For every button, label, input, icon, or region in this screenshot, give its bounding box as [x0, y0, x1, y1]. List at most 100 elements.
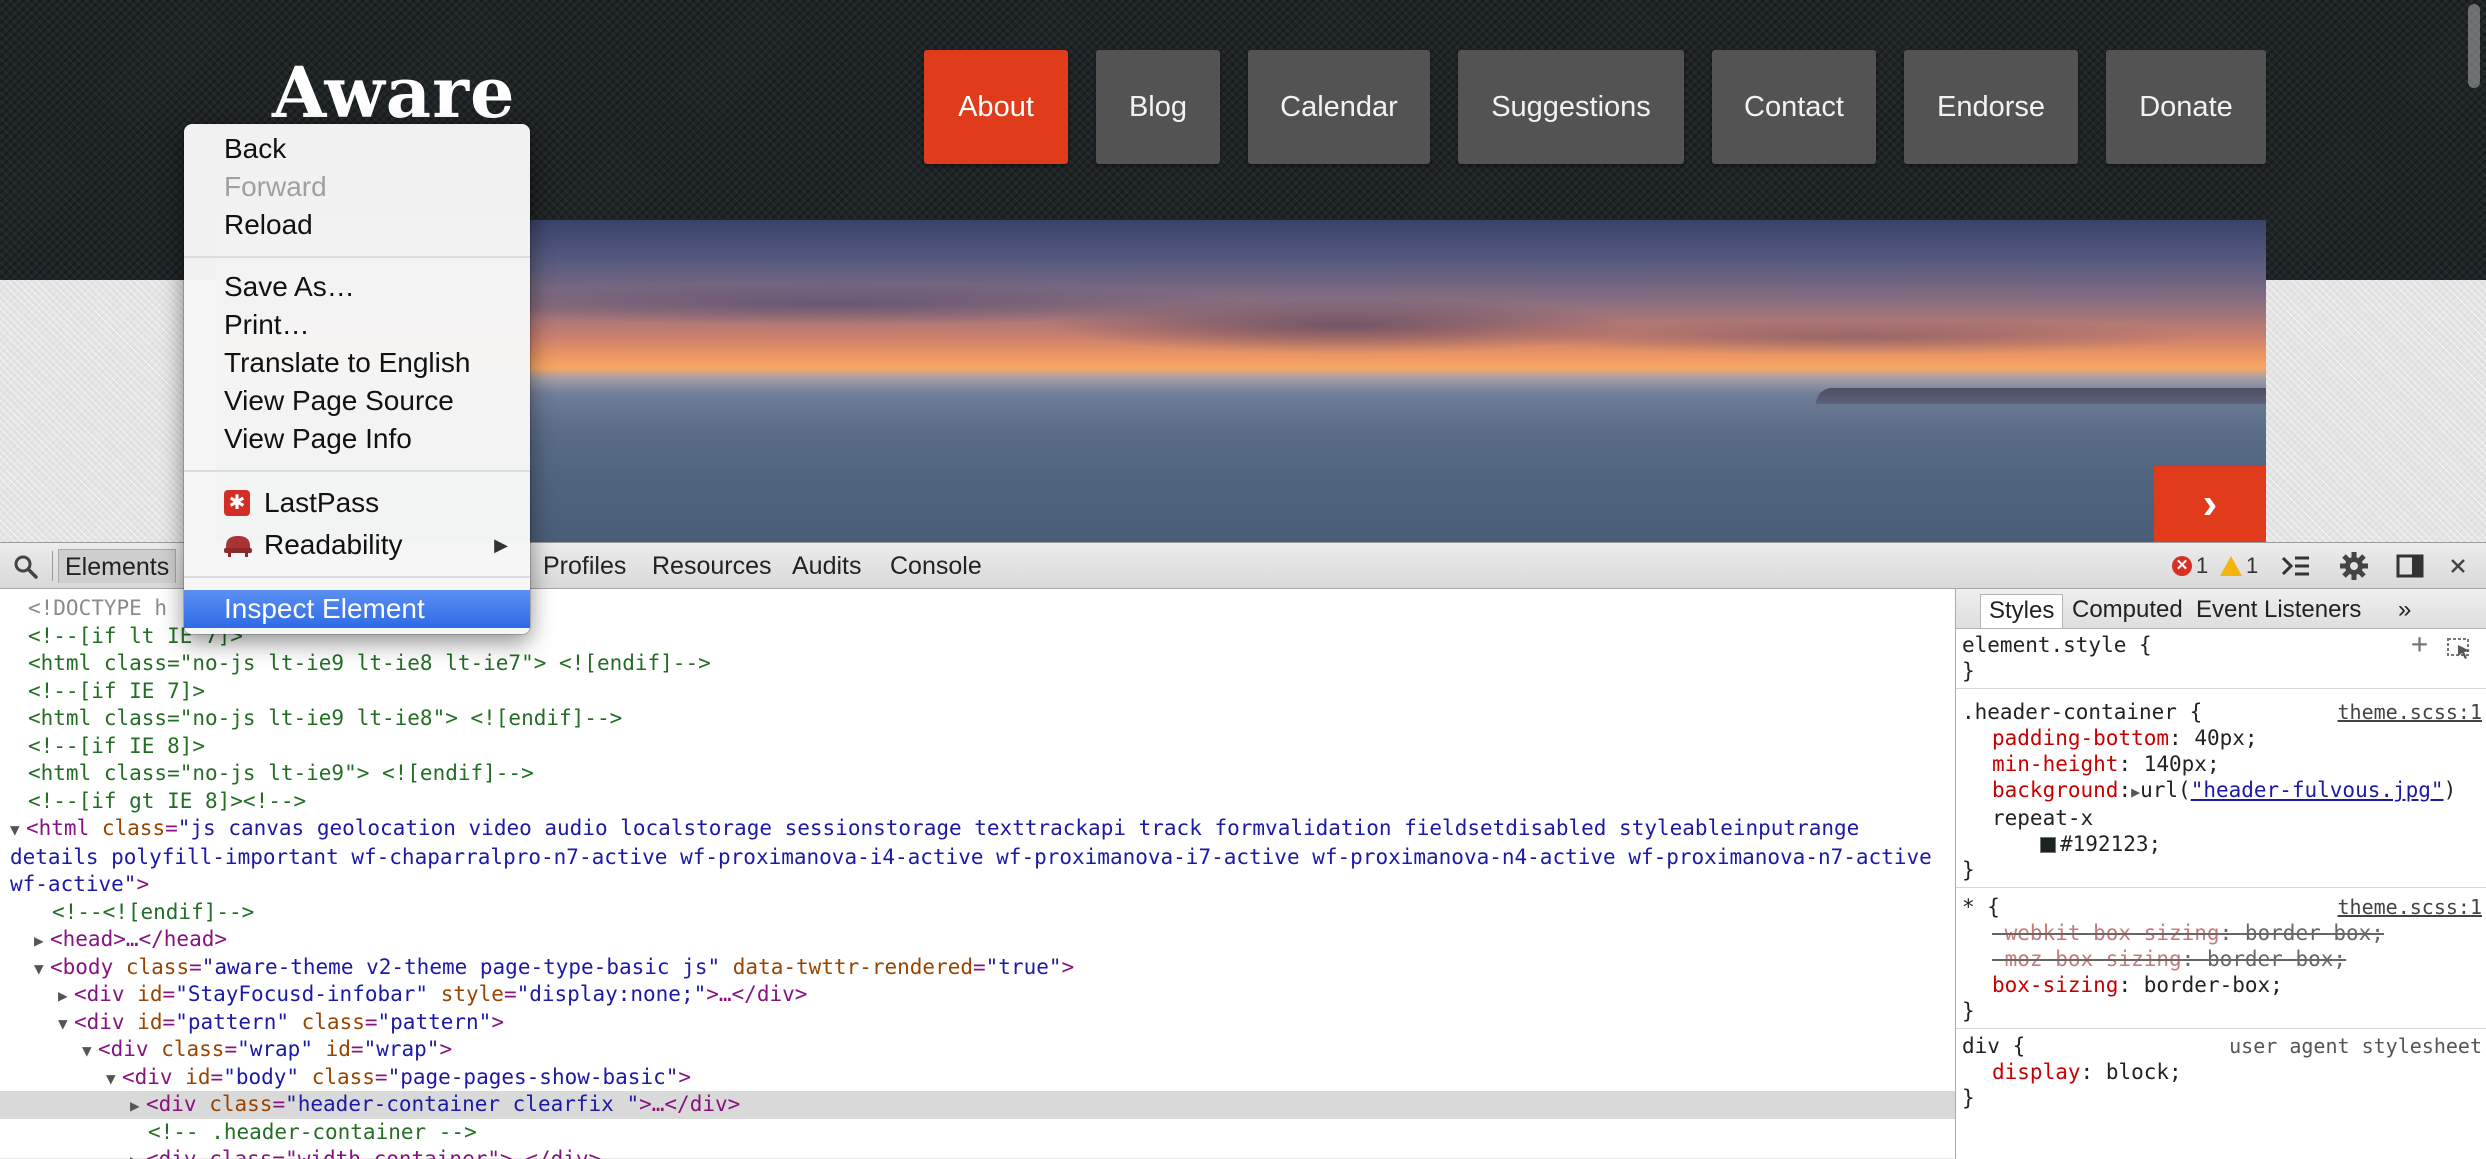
dom-node[interactable]: <!--[if IE 8]>	[0, 733, 1955, 761]
menu-separator	[184, 470, 530, 472]
dom-node[interactable]: ▼ <div id="pattern" class="pattern">	[0, 1009, 1955, 1037]
devtools-panel: Elements Profiles Resources Audits Conso…	[0, 542, 2486, 1159]
banner-coastline	[1816, 388, 2266, 404]
dom-node[interactable]: <html class="no-js lt-ie9"> <![endif]-->	[0, 760, 1955, 788]
selector-text: element.style {	[1962, 633, 2152, 657]
menu-item-print[interactable]: Print…	[184, 306, 530, 344]
expand-triangle-icon[interactable]: ▼	[58, 1010, 74, 1038]
element-state-icon[interactable]	[2446, 637, 2472, 659]
comment-text: <html class="no-js lt-ie9 lt-ie8"> <![en…	[28, 706, 623, 730]
nav-donate[interactable]: Donate	[2106, 50, 2266, 164]
tab-event-listeners[interactable]: Event Listeners	[2188, 594, 2369, 628]
more-tabs-icon[interactable]: »	[2390, 594, 2419, 628]
dom-node-head[interactable]: ▶ <head>…</head>	[0, 926, 1955, 954]
toolbar-divider	[52, 551, 53, 581]
tab-profiles[interactable]: Profiles	[537, 549, 632, 583]
color-swatch[interactable]	[2040, 837, 2056, 853]
menu-item-view-info[interactable]: View Page Info	[184, 420, 530, 458]
expand-triangle-icon[interactable]: ▼	[10, 816, 26, 844]
dom-node[interactable]: <!--<![endif]-->	[0, 899, 1955, 927]
comment-text: <!--<![endif]-->	[52, 899, 255, 924]
background-url-link[interactable]: "header-fulvous.jpg"	[2191, 778, 2444, 802]
tab-elements[interactable]: Elements	[58, 549, 177, 583]
page-scrollbar-thumb[interactable]	[2468, 4, 2480, 88]
menu-item-back[interactable]: Back	[184, 130, 530, 168]
page-scrollbar[interactable]	[2462, 0, 2486, 542]
nav-calendar[interactable]: Calendar	[1248, 50, 1430, 164]
add-rule-icon[interactable]: +	[2411, 630, 2428, 658]
collapsed-triangle-icon[interactable]: ▶	[58, 982, 74, 1010]
error-count[interactable]: ✕ 1	[2172, 551, 2208, 581]
expand-triangle-icon[interactable]: ▼	[34, 955, 50, 983]
menu-item-save-as[interactable]: Save As…	[184, 268, 530, 306]
error-count-value: 1	[2196, 553, 2209, 578]
selector-text: .header-container {	[1962, 700, 2203, 724]
tab-resources[interactable]: Resources	[646, 549, 778, 583]
comment-text: <html class="no-js lt-ie9 lt-ie8 lt-ie7"…	[28, 651, 711, 675]
dom-node-html[interactable]: ▼ <html class="js canvas geolocation vide…	[0, 815, 1955, 899]
nav-endorse[interactable]: Endorse	[1904, 50, 2078, 164]
tab-styles[interactable]: Styles	[1980, 594, 2064, 628]
menu-item-inspect-element[interactable]: Inspect Element	[184, 590, 530, 628]
menu-separator	[184, 256, 530, 258]
banner-next-button[interactable]: ›	[2154, 466, 2266, 542]
comment-text: <!--[if gt IE 8]><!-->	[28, 788, 307, 813]
rule-header-container[interactable]: .header-container { theme.scss:1 padding…	[1956, 689, 2486, 888]
gear-icon[interactable]	[2338, 551, 2370, 581]
doctype-text: <!DOCTYPE h	[28, 596, 168, 620]
tab-console[interactable]: Console	[884, 549, 988, 583]
rule-element-style[interactable]: element.style { } +	[1956, 629, 2486, 689]
collapsed-triangle-icon[interactable]: ▶	[130, 1092, 146, 1120]
dom-node[interactable]: <html class="no-js lt-ie9 lt-ie8 lt-ie7"…	[0, 650, 1955, 678]
nav-about[interactable]: About	[924, 50, 1068, 164]
source-link[interactable]: theme.scss:1	[2338, 894, 2483, 920]
error-icon: ✕	[2172, 556, 2192, 576]
dom-node[interactable]: <!--[if IE 7]>	[0, 678, 1955, 706]
menu-item-translate[interactable]: Translate to English	[184, 344, 530, 382]
dom-node[interactable]: ▼ <div class="wrap" id="wrap">	[0, 1036, 1955, 1064]
context-menu: Back Forward Reload Save As… Print… Tran…	[184, 124, 530, 634]
warning-count[interactable]: 1	[2220, 551, 2258, 581]
warning-count-value: 1	[2246, 553, 2259, 578]
dom-node[interactable]: <!-- .header-container -->	[0, 1119, 1955, 1147]
dom-node-selected[interactable]: ▶ <div class="header-container clearfix "…	[0, 1091, 1955, 1119]
styles-sidebar: Styles Computed Event Listeners » elemen…	[1956, 589, 2486, 1159]
expand-triangle-icon[interactable]: ▼	[106, 1065, 122, 1093]
expand-triangle-icon[interactable]: ▼	[82, 1037, 98, 1065]
menu-separator	[184, 576, 530, 578]
source-link[interactable]: theme.scss:1	[2338, 699, 2483, 725]
selector-text: * {	[1962, 895, 2000, 919]
comment-text: <!-- .header-container -->	[148, 1119, 477, 1144]
readability-icon	[224, 536, 252, 557]
menu-item-lastpass[interactable]: ✱ LastPass	[184, 484, 530, 522]
dom-node-partial[interactable]: ▶<div class="width-container">…</div>	[0, 1146, 1955, 1159]
dom-node[interactable]: ▼ <div id="body" class="page-pages-show-b…	[0, 1064, 1955, 1092]
menu-item-forward[interactable]: Forward	[184, 168, 530, 206]
warning-icon	[2220, 556, 2242, 576]
comment-text: <html class="no-js lt-ie9"> <![endif]-->	[28, 761, 534, 785]
search-icon[interactable]	[12, 553, 40, 581]
dock-side-icon[interactable]	[2394, 551, 2426, 581]
site-logo[interactable]: Aware	[272, 58, 516, 128]
menu-item-reload[interactable]: Reload	[184, 206, 530, 244]
console-drawer-icon[interactable]	[2280, 551, 2312, 581]
close-icon[interactable]	[2442, 551, 2474, 581]
dom-node[interactable]: <!--[if gt IE 8]><!-->	[0, 788, 1955, 816]
submenu-arrow-icon: ▶	[494, 535, 508, 555]
dom-tree[interactable]: <!DOCTYPE h <!--[if lt IE 7]> <html clas…	[0, 589, 1955, 1159]
tab-audits[interactable]: Audits	[786, 549, 867, 583]
menu-item-view-source[interactable]: View Page Source	[184, 382, 530, 420]
nav-blog[interactable]: Blog	[1096, 50, 1220, 164]
rule-div-ua[interactable]: div { user agent stylesheet display: blo…	[1956, 1029, 2486, 1115]
dom-node[interactable]: <html class="no-js lt-ie9 lt-ie8"> <![en…	[0, 705, 1955, 733]
dom-node[interactable]: ▶ <div id="StayFocusd-infobar" style="dis…	[0, 981, 1955, 1009]
tab-computed[interactable]: Computed	[2064, 594, 2191, 628]
selector-text: div {	[1962, 1034, 2026, 1058]
dom-node-body[interactable]: ▼ <body class="aware-theme v2-theme page-…	[0, 954, 1955, 982]
menu-item-readability[interactable]: Readability ▶	[184, 526, 530, 564]
collapsed-triangle-icon[interactable]: ▶	[34, 927, 50, 955]
rule-universal[interactable]: * { theme.scss:1 -webkit-box-sizing: bor…	[1956, 888, 2486, 1029]
comment-text: <!--[if IE 7]>	[28, 678, 206, 703]
nav-suggestions[interactable]: Suggestions	[1458, 50, 1684, 164]
nav-contact[interactable]: Contact	[1712, 50, 1876, 164]
